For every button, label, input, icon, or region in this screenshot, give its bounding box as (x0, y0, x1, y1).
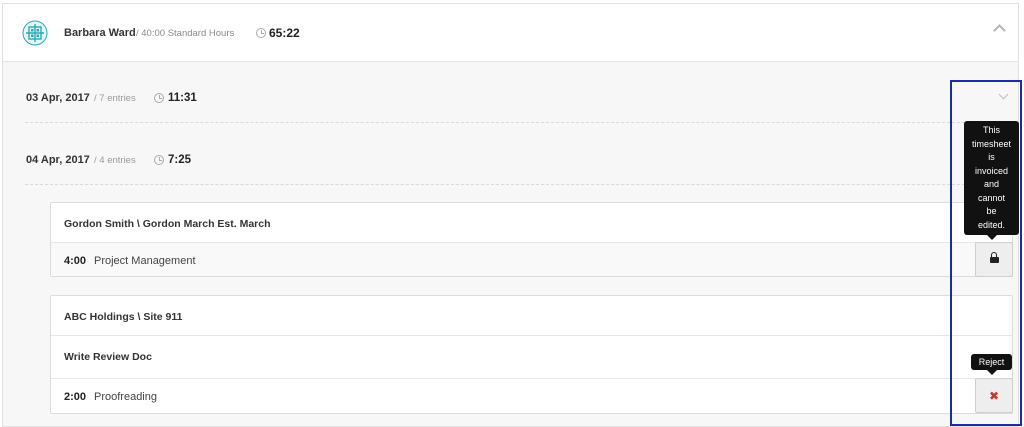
divider (25, 122, 1000, 123)
divider (25, 184, 1000, 185)
task-group-title: Write Review Doc (64, 351, 152, 363)
timesheet-card-gordon-smith: Gordon Smith \ Gordon March Est. March 4… (50, 202, 1013, 277)
day-entry-count: / 4 entries (94, 155, 136, 166)
time-entry-row[interactable]: 2:00 Proofreading ✖ (51, 378, 1013, 413)
chevron-up-icon[interactable] (993, 24, 1006, 37)
entry-task: Proofreading (94, 391, 157, 403)
highlight-annotation (950, 80, 1022, 426)
quilt-avatar-icon (22, 20, 48, 46)
total-hours: 65:22 (269, 26, 300, 40)
project-name: Gordon Smith \ Gordon March Est. March (64, 218, 271, 230)
project-name: ABC Holdings \ Site 911 (64, 311, 183, 323)
task-group-row: Write Review Doc (51, 336, 1012, 379)
day-row-04-apr[interactable]: 04 Apr, 2017 / 4 entries 7:25 (3, 146, 1018, 176)
employee-name: Barbara Ward (64, 27, 136, 39)
clock-icon (154, 155, 164, 165)
timesheet-card-abc-holdings: ABC Holdings \ Site 911 Write Review Doc… (50, 295, 1013, 414)
day-entry-count: / 7 entries (94, 93, 136, 104)
entry-duration: 2:00 (64, 391, 87, 403)
entry-task: Project Management (94, 255, 196, 267)
clock-icon (256, 28, 266, 38)
project-row: ABC Holdings \ Site 911 (51, 296, 1012, 336)
day-date: 04 Apr, 2017 (26, 154, 90, 166)
day-total-time: 7:25 (168, 154, 192, 166)
time-entry-row[interactable]: 4:00 Project Management (51, 242, 1013, 277)
project-row: Gordon Smith \ Gordon March Est. March (51, 203, 1012, 243)
day-date: 03 Apr, 2017 (26, 92, 90, 104)
day-row-03-apr[interactable]: 03 Apr, 2017 / 7 entries 11:31 (3, 84, 1018, 114)
day-total-time: 11:31 (168, 92, 197, 104)
timesheet-panel: Barbara Ward / 40:00 Standard Hours 65:2… (2, 3, 1019, 427)
clock-icon (154, 93, 164, 103)
employee-header[interactable]: Barbara Ward / 40:00 Standard Hours 65:2… (3, 4, 1018, 62)
entry-duration: 4:00 (64, 255, 87, 267)
standard-hours: / 40:00 Standard Hours (136, 28, 235, 39)
